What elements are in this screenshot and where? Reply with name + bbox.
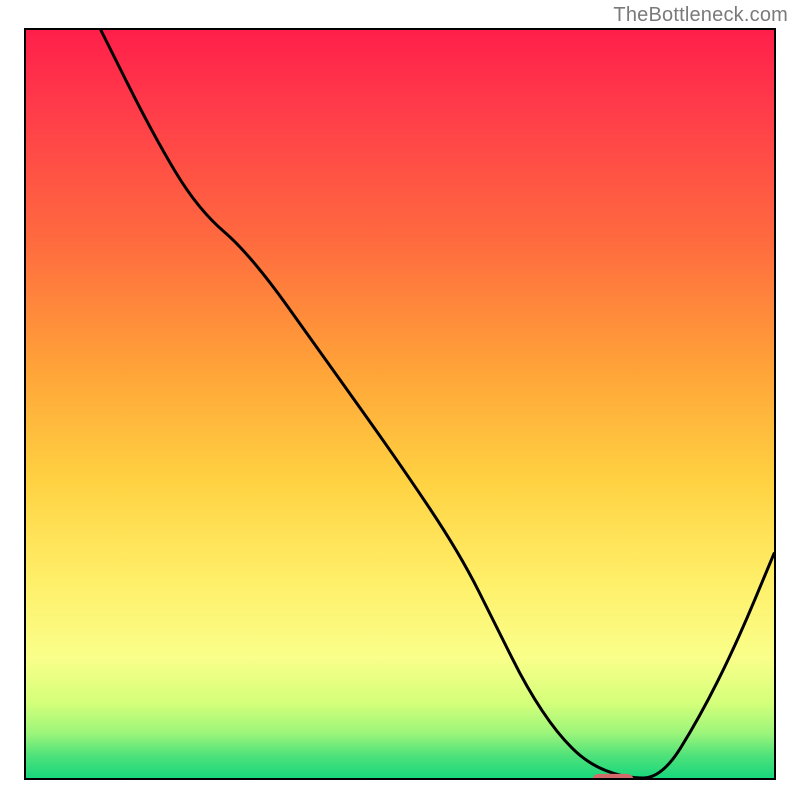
watermark-label: TheBottleneck.com (613, 4, 788, 27)
optimal-marker (591, 774, 633, 780)
plot-area (24, 28, 776, 780)
bottleneck-curve (26, 30, 774, 778)
